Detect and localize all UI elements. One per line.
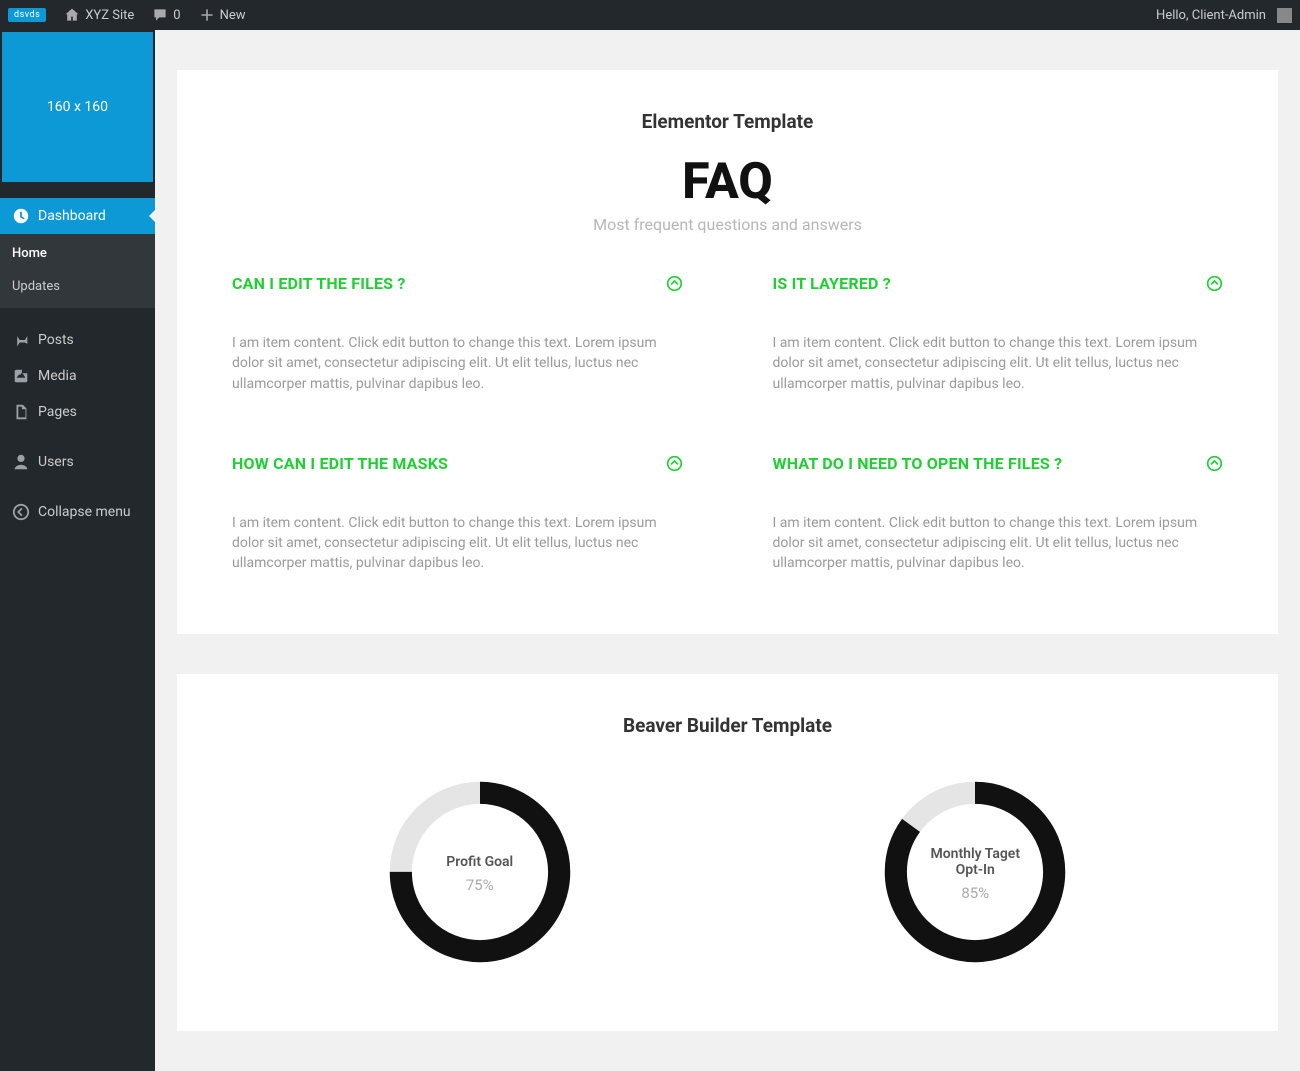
gauge-percent: 75% [466, 876, 494, 894]
admin-sidebar: 160 x 160 Dashboard Home Updates Posts M… [0, 30, 155, 1071]
collapse-icon [12, 503, 30, 521]
site-name: XYZ Site [85, 8, 134, 23]
comment-count: 0 [173, 8, 180, 23]
sidebar-item-posts[interactable]: Posts [0, 322, 155, 358]
faq-toggle[interactable]: CAN I EDIT THE FILES ? [232, 274, 683, 293]
sidebar-logo[interactable]: 160 x 160 [2, 32, 153, 182]
faq-question: HOW CAN I EDIT THE MASKS [232, 454, 448, 473]
sidebar-item-collapse[interactable]: Collapse menu [0, 494, 155, 530]
sidebar-item-users[interactable]: Users [0, 444, 155, 480]
faq-question: CAN I EDIT THE FILES ? [232, 274, 406, 293]
comment-icon [152, 7, 168, 23]
sidebar-item-dashboard[interactable]: Dashboard [0, 198, 155, 234]
card-title: Elementor Template [232, 110, 1223, 133]
sidebar-item-media[interactable]: Media [0, 358, 155, 394]
pages-icon [12, 403, 30, 421]
faq-toggle[interactable]: HOW CAN I EDIT THE MASKS [232, 454, 683, 473]
faq-toggle[interactable]: WHAT DO I NEED TO OPEN THE FILES ? [773, 454, 1224, 473]
sidebar-item-pages[interactable]: Pages [0, 394, 155, 430]
card-title: Beaver Builder Template [232, 714, 1223, 737]
sidebar-item-label: Updates [12, 279, 60, 294]
main-content: Elementor Template FAQ Most frequent que… [155, 30, 1300, 1071]
gauge-label: Profit Goal [446, 854, 513, 870]
circle-up-icon [1206, 275, 1223, 292]
faq-item: WHAT DO I NEED TO OPEN THE FILES ? I am … [773, 454, 1224, 574]
faq-answer: I am item content. Click edit button to … [773, 513, 1224, 574]
faq-item: HOW CAN I EDIT THE MASKS I am item conte… [232, 454, 683, 574]
gauge-monthly-target: Monthly Taget Opt-In 85% [880, 777, 1070, 971]
faq-question: WHAT DO I NEED TO OPEN THE FILES ? [773, 454, 1063, 473]
faq-answer: I am item content. Click edit button to … [232, 333, 683, 394]
admin-bar: dsvds XYZ Site 0 New Hello, Client-Admin [0, 0, 1300, 30]
sidebar-item-label: Dashboard [38, 208, 106, 224]
sidebar-item-label: Pages [38, 404, 77, 420]
sidebar-item-label: Users [38, 454, 74, 470]
sidebar-item-updates[interactable]: Updates [0, 270, 155, 308]
faq-item: CAN I EDIT THE FILES ? I am item content… [232, 274, 683, 394]
gauge-icon [12, 207, 30, 225]
new-link[interactable]: New [199, 7, 246, 23]
comments-link[interactable]: 0 [152, 7, 180, 23]
sidebar-item-label: Collapse menu [38, 504, 131, 520]
gauge-profit-goal: Profit Goal 75% [385, 777, 575, 971]
account-link[interactable]: Hello, Client-Admin [1156, 8, 1292, 23]
circle-up-icon [666, 455, 683, 472]
sidebar-item-label: Home [12, 246, 47, 261]
beaver-builder-card: Beaver Builder Template Profit Goal 75% [177, 674, 1278, 1031]
site-link[interactable]: XYZ Site [64, 7, 134, 23]
circle-up-icon [1206, 455, 1223, 472]
gauge-label: Monthly Taget Opt-In [920, 846, 1030, 878]
user-icon [12, 453, 30, 471]
gauge-percent: 85% [961, 884, 989, 902]
faq-answer: I am item content. Click edit button to … [773, 333, 1224, 394]
greeting-text: Hello, Client-Admin [1156, 8, 1266, 23]
new-label: New [220, 8, 246, 23]
circle-up-icon [666, 275, 683, 292]
faq-heading: FAQ [232, 153, 1223, 211]
faq-item: IS IT LAYERED ? I am item content. Click… [773, 274, 1224, 394]
faq-toggle[interactable]: IS IT LAYERED ? [773, 274, 1224, 293]
logo-placeholder-text: 160 x 160 [47, 99, 108, 115]
avatar [1277, 8, 1292, 23]
faq-answer: I am item content. Click edit button to … [232, 513, 683, 574]
adminbar-badge[interactable]: dsvds [8, 8, 46, 22]
pushpin-icon [12, 331, 30, 349]
sidebar-item-label: Media [38, 368, 77, 384]
plus-icon [199, 7, 215, 23]
faq-subheading: Most frequent questions and answers [232, 215, 1223, 234]
home-icon [64, 7, 80, 23]
faq-question: IS IT LAYERED ? [773, 274, 891, 293]
sidebar-item-home[interactable]: Home [0, 234, 155, 270]
media-icon [12, 367, 30, 385]
elementor-template-card: Elementor Template FAQ Most frequent que… [177, 70, 1278, 634]
sidebar-item-label: Posts [38, 332, 74, 348]
